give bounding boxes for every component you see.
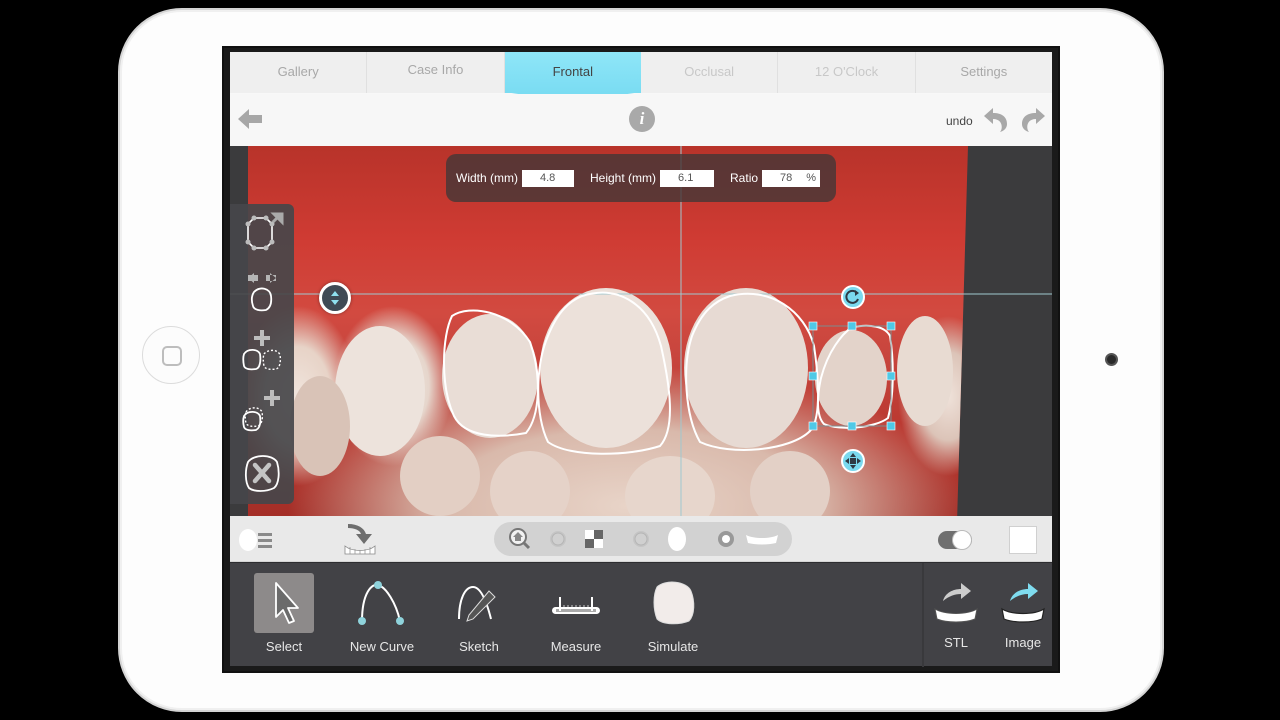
move-handle[interactable] xyxy=(841,449,865,473)
rotate-handle[interactable] xyxy=(841,285,865,309)
export-stl-icon xyxy=(934,583,978,623)
move-arrows-icon xyxy=(845,453,861,469)
up-down-arrows-icon xyxy=(331,291,339,305)
view-options-bar xyxy=(230,516,1052,562)
design-tools-bar: Select New Curve Sketch Measure Simulate… xyxy=(230,562,1055,667)
handle-top-right[interactable] xyxy=(886,321,896,331)
tool-simulate[interactable]: Simulate xyxy=(629,569,717,661)
tooth-tool-rail xyxy=(230,204,294,504)
rotate-icon xyxy=(845,289,859,304)
pencil-sketch-icon xyxy=(458,585,496,622)
smile-arch-icon[interactable] xyxy=(744,529,780,549)
redo-icon[interactable] xyxy=(1019,106,1047,134)
height-label: Height (mm) xyxy=(590,171,657,185)
handle-right[interactable] xyxy=(886,371,896,381)
tab-case-info[interactable]: Case Info xyxy=(367,52,505,93)
view-mode-selector xyxy=(494,522,792,556)
handle-bottom-right[interactable] xyxy=(886,421,896,431)
tab-settings[interactable]: Settings xyxy=(916,52,1052,93)
radio-off-icon[interactable] xyxy=(631,529,651,549)
ratio-value: 78 xyxy=(780,171,793,184)
add-tooth-copy-icon[interactable] xyxy=(240,328,284,372)
handle-top[interactable] xyxy=(847,321,857,331)
tab-occlusal[interactable]: Occlusal xyxy=(641,52,779,93)
mirror-tooth-icon[interactable] xyxy=(240,270,284,314)
bezier-curve-icon xyxy=(358,581,404,625)
overlay-toggle[interactable] xyxy=(938,530,972,550)
face-icon[interactable] xyxy=(666,526,688,552)
checker-icon[interactable] xyxy=(584,529,604,549)
export-stl-button[interactable]: STL xyxy=(924,573,988,657)
handle-bottom-left[interactable] xyxy=(808,421,818,431)
zoom-home-icon[interactable] xyxy=(508,527,532,551)
undo-label: undo xyxy=(946,114,973,128)
background-color-swatch[interactable] xyxy=(1009,526,1037,554)
radio-off-icon[interactable] xyxy=(548,529,568,549)
cursor-arrow-icon xyxy=(254,573,314,633)
home-square-icon xyxy=(162,346,182,366)
ratio-label: Ratio xyxy=(730,171,759,185)
export-image-button[interactable]: Image xyxy=(991,573,1055,657)
arch-load-icon[interactable] xyxy=(342,522,378,556)
toggle-knob xyxy=(952,530,972,550)
info-button[interactable]: i xyxy=(629,106,655,132)
radio-on-icon[interactable] xyxy=(716,529,736,549)
action-toolbar: i undo xyxy=(230,94,1052,146)
tool-sketch[interactable]: Sketch xyxy=(435,569,523,661)
camera-lens xyxy=(1105,353,1118,366)
export-image-icon xyxy=(1001,583,1045,623)
tab-frontal[interactable]: Frontal xyxy=(504,52,641,93)
back-arrow-icon[interactable] xyxy=(236,106,264,132)
tab-gallery[interactable]: Gallery xyxy=(230,52,368,93)
tool-new-curve[interactable]: New Curve xyxy=(338,569,426,661)
ruler-measure-icon xyxy=(552,597,600,614)
tool-select[interactable]: Select xyxy=(240,569,328,661)
face-list-icon[interactable] xyxy=(238,528,274,552)
tool-measure[interactable]: Measure xyxy=(532,569,620,661)
handle-left[interactable] xyxy=(808,371,818,381)
add-tooth-overlay-icon[interactable] xyxy=(240,388,284,432)
measurement-panel: Width (mm) 4.8 Height (mm) 6.1 Ratio 78% xyxy=(446,154,836,202)
width-input[interactable]: 4.8 xyxy=(522,169,574,187)
photo-canvas[interactable]: Width (mm) 4.8 Height (mm) 6.1 Ratio 78% xyxy=(230,146,1052,516)
ratio-unit: % xyxy=(806,171,817,184)
handle-bottom[interactable] xyxy=(847,421,857,431)
tab-bar: Gallery Case Info Frontal Occlusal 12 O'… xyxy=(230,52,1052,94)
smile-design-app: Gallery Case Info Frontal Occlusal 12 O'… xyxy=(230,52,1055,667)
tooth-outline-points-icon[interactable] xyxy=(240,212,284,256)
height-input[interactable]: 6.1 xyxy=(660,169,715,187)
tooth-simulate-icon xyxy=(653,581,695,625)
handle-top-left[interactable] xyxy=(808,321,818,331)
undo-icon[interactable] xyxy=(982,106,1010,134)
tab-12-oclock[interactable]: 12 O'Clock xyxy=(778,52,916,93)
home-button[interactable] xyxy=(142,326,200,384)
width-label: Width (mm) xyxy=(456,171,518,185)
vertical-adjust-handle[interactable] xyxy=(319,282,351,314)
ratio-input[interactable]: 78% xyxy=(762,169,821,187)
device-screen: Gallery Case Info Frontal Occlusal 12 O'… xyxy=(222,46,1060,673)
delete-tooth-icon[interactable] xyxy=(240,450,284,494)
